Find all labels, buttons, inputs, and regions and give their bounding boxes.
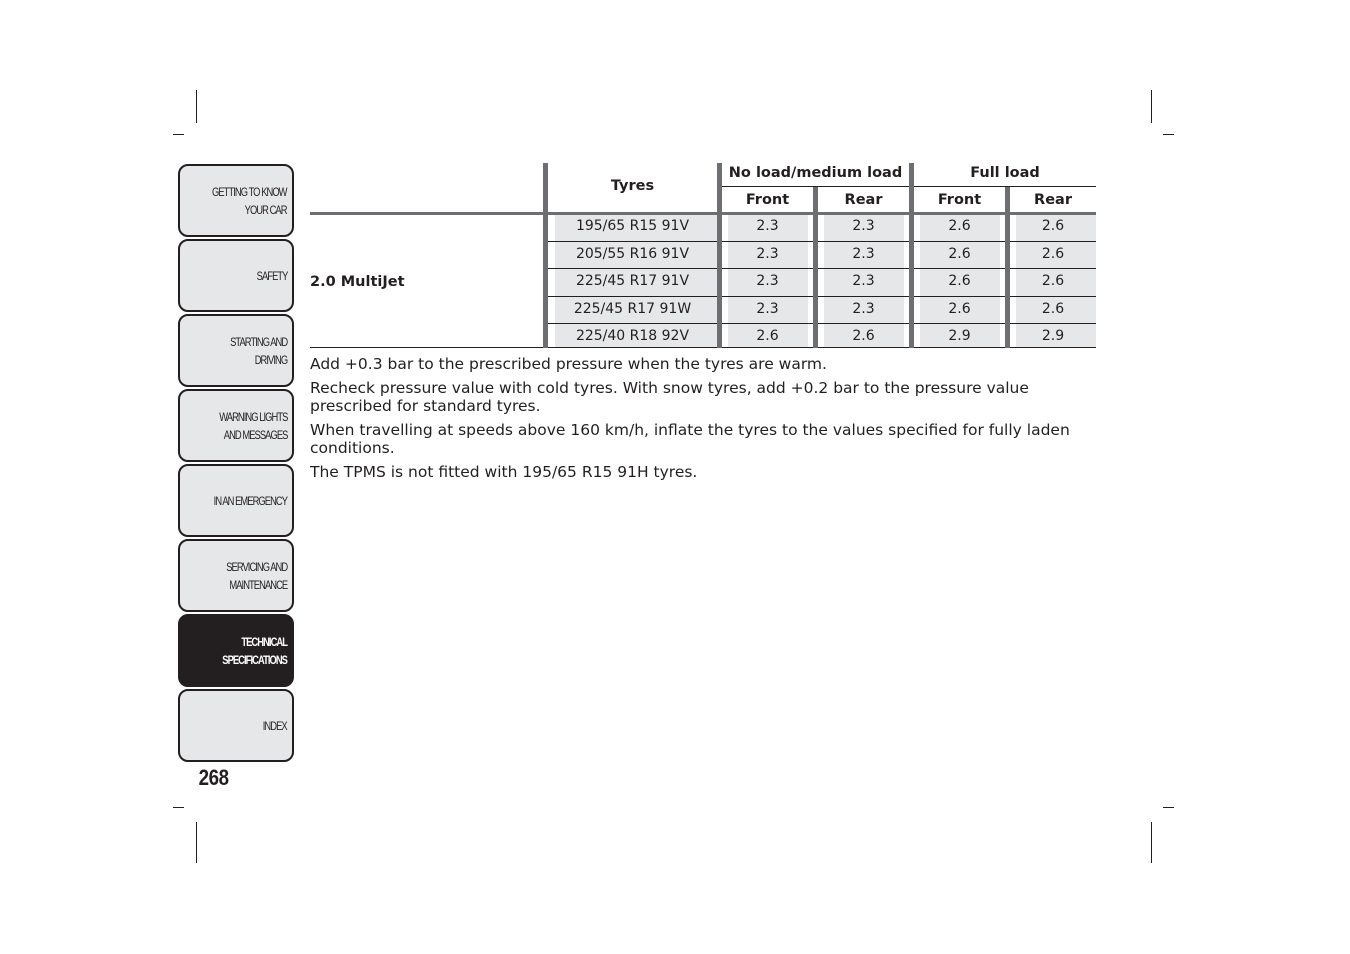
tab-label: IN AN EMERGENCY [213,493,288,508]
header-tyres: Tyres [610,178,655,194]
tab-index[interactable]: INDEX [178,689,294,762]
pressure-cell-nl-rear: 2.6 [852,328,875,344]
tab-label: SAFETY [256,268,288,283]
pressure-cell-fl-rear: 2.9 [1041,328,1065,344]
tab-getting-to-know-your-car[interactable]: GETTING TO KNOW YOUR CAR [178,164,294,237]
tyre-size-cell: 225/45 R17 91V [575,273,690,289]
tab-label: INDEX [263,718,288,733]
tyre-size-cell: 225/40 R18 92V [575,328,690,344]
pressure-cell-nl-rear: 2.3 [852,218,875,234]
tab-servicing-and-maintenance[interactable]: SERVICING AND MAINTENANCE [178,539,294,612]
tab-technical-specifications[interactable]: TECHNICAL SPECIFICATIONS [178,614,294,687]
pressure-cell-fl-front: 2.6 [948,273,971,289]
tab-label: GETTING TO KNOW YOUR CAR [212,184,287,217]
pressure-cell-fl-front: 2.6 [948,246,971,262]
tab-safety[interactable]: SAFETY [178,239,294,312]
page-number-text: 268 [199,765,229,790]
tab-label: STARTING AND DRIVING [229,334,288,367]
tab-starting-and-driving[interactable]: STARTING AND DRIVING [178,314,294,387]
pressure-cell-nl-rear: 2.3 [852,273,875,289]
tyre-size-cell: 205/55 R16 91V [575,246,690,262]
crop-mark [173,807,184,808]
crop-mark [196,822,197,863]
pressure-cell-nl-rear: 2.3 [852,301,875,317]
note-tpms: The TPMS is not fitted with 195/65 R15 9… [310,463,698,481]
crop-mark [196,90,197,123]
crop-mark [1151,90,1152,123]
note-high-speed: When travelling at speeds above 160 km/h… [310,421,1070,457]
tab-in-an-emergency[interactable]: IN AN EMERGENCY [178,464,294,537]
pressure-cell-fl-front: 2.6 [948,218,971,234]
tyre-size-cell: 195/65 R15 91V [575,218,690,234]
tyre-pressure-table: Tyres No load/medium load Full load Fron… [310,163,1096,348]
pressure-cell-nl-front: 2.3 [756,273,779,289]
pressure-cell-nl-front: 2.3 [756,246,779,262]
crop-mark [173,134,184,135]
note-warm-tyres: Add +0.3 bar to the prescribed pressure … [310,355,827,373]
engine-label: 2.0 MultiJet [310,274,405,290]
crop-mark [1151,822,1152,863]
pressure-cell-nl-rear: 2.3 [852,246,875,262]
tab-label: WARNING LIGHTS AND MESSAGES [218,409,288,442]
pressure-cell-fl-rear: 2.6 [1041,218,1065,234]
tab-warning-lights-and-messages[interactable]: WARNING LIGHTS AND MESSAGES [178,389,294,462]
pressure-cell-fl-rear: 2.6 [1041,301,1065,317]
page-number: 268 [178,765,318,791]
tyre-size-cell: 225/45 R17 91W [573,301,692,317]
pressure-cell-nl-front: 2.6 [756,328,779,344]
pressure-cell-fl-rear: 2.6 [1041,246,1065,262]
crop-mark [1163,807,1174,808]
pressure-cell-fl-rear: 2.6 [1041,273,1065,289]
header-nl-rear: Rear [844,192,883,208]
tab-label: SERVICING AND MAINTENANCE [226,559,288,592]
pressure-cell-nl-front: 2.3 [756,301,779,317]
pressure-cell-nl-front: 2.3 [756,218,779,234]
header-fl-rear: Rear [1034,192,1072,208]
pressure-cell-fl-front: 2.6 [948,301,971,317]
pressure-cell-fl-front: 2.9 [948,328,971,344]
header-no-load: No load/medium load [728,165,903,181]
tab-label: TECHNICAL SPECIFICATIONS [222,634,288,667]
note-snow-tyres: Recheck pressure value with cold tyres. … [310,379,1029,415]
notes: Add +0.3 bar to the prescribed pressure … [310,355,1100,487]
header-fl-front: Front [937,192,982,208]
header-nl-front: Front [745,192,790,208]
crop-mark [1163,134,1174,135]
header-full-load: Full load [970,165,1040,181]
